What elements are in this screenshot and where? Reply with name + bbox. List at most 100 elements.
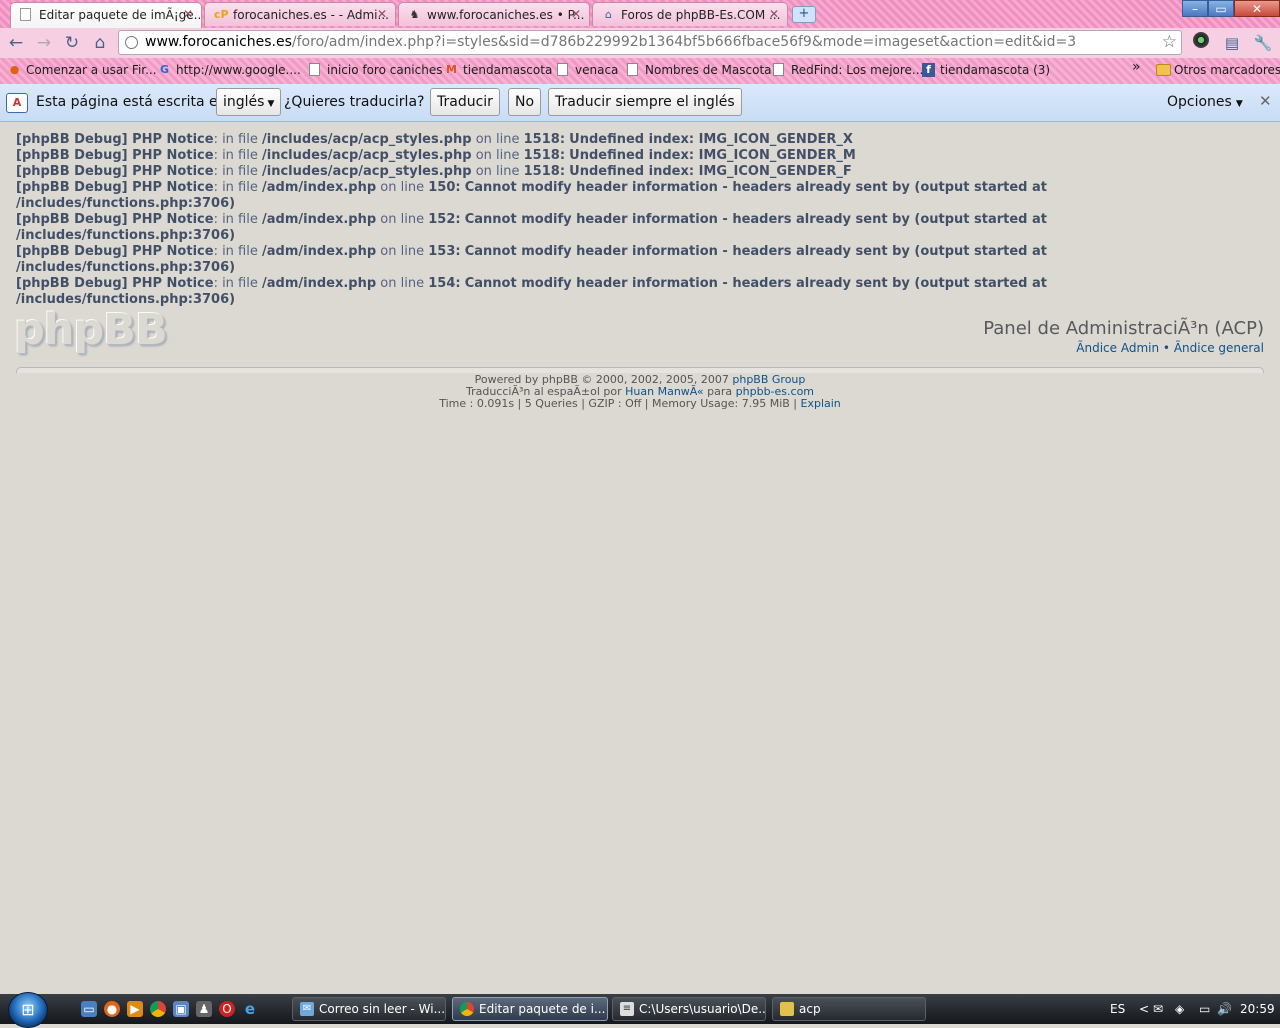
opera-icon[interactable]: O — [219, 1001, 235, 1017]
always-translate-button[interactable]: Traducir siempre el inglés — [548, 88, 742, 116]
firefox-icon[interactable]: ● — [104, 1001, 120, 1017]
extension-camera-icon[interactable] — [1190, 32, 1212, 54]
translate-button[interactable]: Traducir — [430, 88, 500, 116]
separator: • — [1162, 341, 1170, 355]
notice-tag: [phpBB Debug] PHP Notice — [16, 244, 214, 259]
bookmark-item[interactable]: Mtiendamascota — [445, 63, 552, 77]
notice-on-line: on line — [380, 244, 425, 259]
notice-on-line: on line — [380, 276, 425, 291]
options-menu-button[interactable]: Opciones ▼ — [1167, 94, 1243, 110]
tab-title: Editar paquete de imÃ¡ge... — [39, 8, 202, 22]
notice-line: 1518 — [523, 148, 560, 163]
notepad-icon: ≡ — [620, 1002, 634, 1016]
link-admin-index[interactable]: Ãndice Admin — [1076, 341, 1159, 355]
phpbb-logo[interactable]: phpBB — [14, 305, 168, 355]
start-button[interactable]: ⊞ — [8, 992, 48, 1028]
volume-icon[interactable]: 🔊 — [1217, 994, 1232, 1024]
bookmark-item[interactable]: RedFind: Los mejore... — [773, 63, 923, 77]
notice-message: Undefined index: IMG_ICON_GENDER_M — [569, 148, 856, 163]
notice-on-line: on line — [380, 212, 425, 227]
notice-line: 150 — [428, 180, 456, 195]
windows-taskbar: ⊞ ▭ ● ▶ ▣ ♟ O e ✉ Correo sin leer - Wi...… — [0, 992, 1280, 1028]
mail-tray-icon[interactable]: ✉ — [1153, 994, 1163, 1024]
notice-file: /adm/index.php — [262, 276, 377, 291]
bookmark-item[interactable]: inicio foro caniches — [309, 63, 442, 77]
back-button[interactable]: ← — [5, 32, 27, 54]
taskbar-item-mail[interactable]: ✉ Correo sin leer - Wi... — [292, 997, 446, 1021]
link-general-index[interactable]: Ãndice general — [1174, 341, 1264, 355]
language-indicator[interactable]: ES — [1110, 994, 1125, 1024]
notice-tag: [phpBB Debug] PHP Notice — [16, 132, 214, 147]
taskbar-item-chrome[interactable]: Editar paquete de i... — [452, 997, 608, 1021]
tab-close-icon[interactable]: ✕ — [377, 7, 387, 21]
bookmark-star-icon[interactable]: ☆ — [1162, 31, 1177, 54]
media-player-icon[interactable]: ▶ — [127, 1001, 143, 1017]
notice-tag: [phpBB Debug] PHP Notice — [16, 164, 214, 179]
taskbar-item-acp[interactable]: acp — [772, 997, 926, 1021]
tray-expand-icon[interactable]: < — [1139, 994, 1149, 1024]
bookmark-label: RedFind: Los mejore... — [791, 63, 924, 77]
forward-button[interactable]: → — [33, 32, 55, 54]
translate-question: ¿Quieres traducirla? — [284, 94, 425, 110]
bookmark-label: inicio foro caniches — [327, 63, 443, 77]
tab-forocaniches-www[interactable]: ♞ www.forocaniches.es • P... ✕ — [398, 2, 590, 26]
explain-link[interactable]: Explain — [801, 397, 841, 410]
maximize-button[interactable]: ▭ — [1208, 0, 1234, 17]
internet-explorer-icon[interactable]: e — [242, 1001, 258, 1017]
tab-editar-paquete[interactable]: Editar paquete de imÃ¡ge... ✕ — [10, 2, 202, 28]
bookmark-item[interactable]: venaca — [557, 63, 618, 77]
tab-strip: Editar paquete de imÃ¡ge... ✕ cP forocan… — [0, 0, 1280, 28]
colon: : — [559, 148, 566, 163]
clock[interactable]: 20:59 — [1240, 994, 1275, 1024]
caret-down-icon: ▼ — [1235, 99, 1243, 109]
notice-file: /includes/acp/acp_styles.php — [262, 132, 472, 147]
page-content: [phpBB Debug] PHP Notice: in file /inclu… — [0, 122, 1280, 994]
infobar-close-icon[interactable]: ✕ — [1259, 92, 1272, 110]
network-tray-icon[interactable]: ◈ — [1175, 994, 1184, 1024]
other-bookmarks-folder[interactable]: Otros marcadores — [1156, 63, 1280, 77]
debug-notice: [phpBB Debug] PHP Notice: in file /adm/i… — [16, 276, 1056, 308]
page-icon — [773, 63, 784, 76]
app-icon[interactable]: ♟ — [196, 1001, 212, 1017]
translate-infobar: A Esta página está escrita en inglés ▼ ¿Q… — [0, 84, 1280, 122]
no-button[interactable]: No — [508, 88, 542, 116]
extension-printer-icon[interactable]: ▤ — [1221, 32, 1243, 54]
bookmark-item[interactable]: ● Comenzar a usar Fir... — [8, 63, 157, 77]
options-label: Opciones — [1167, 94, 1232, 110]
notice-tag: [phpBB Debug] PHP Notice — [16, 148, 214, 163]
notice-message: Undefined index: IMG_ICON_GENDER_X — [569, 132, 853, 147]
notice-tag: [phpBB Debug] PHP Notice — [16, 180, 214, 195]
colon: : — [559, 132, 566, 147]
tab-phpbb-es[interactable]: ⌂ Foros de phpBB-Es.COM ... ✕ — [592, 2, 788, 26]
bookmarks-overflow-button[interactable]: » — [1114, 59, 1141, 75]
home-button[interactable]: ⌂ — [89, 32, 111, 54]
new-tab-button[interactable]: + — [792, 6, 816, 23]
bookmark-item[interactable]: Ghttp://www.google.... — [158, 63, 301, 77]
debug-notice: [phpBB Debug] PHP Notice: in file /adm/i… — [16, 212, 1056, 244]
taskbar-item-explorer[interactable]: ≡ C:\Users\usuario\De... — [612, 997, 766, 1021]
tab-close-icon[interactable]: ✕ — [183, 7, 193, 21]
switch-windows-icon[interactable]: ▣ — [173, 1001, 189, 1017]
acp-links: Ãndice Admin • Ãndice general — [1076, 341, 1264, 355]
page-icon — [309, 63, 320, 76]
minimize-button[interactable]: – — [1182, 0, 1208, 17]
tab-forocaniches-admin[interactable]: cP forocaniches.es - - Admi... ✕ — [204, 2, 396, 26]
reload-button[interactable]: ↻ — [61, 32, 83, 54]
notice-line: 152 — [428, 212, 456, 227]
page-stats: Time : 0.091s | 5 Queries | GZIP : Off |… — [439, 397, 797, 410]
bookmark-item[interactable]: Nombres de Mascota — [627, 63, 772, 77]
show-desktop-icon[interactable]: ▭ — [81, 1001, 97, 1017]
task-label: acp — [799, 1002, 821, 1016]
wrench-menu-icon[interactable]: 🔧 — [1252, 32, 1274, 54]
bookmark-item[interactable]: f tiendamascota (3) — [922, 63, 1050, 77]
tab-close-icon[interactable]: ✕ — [571, 7, 581, 21]
folder-icon — [780, 1002, 794, 1016]
bookmark-label: Otros marcadores — [1174, 63, 1280, 77]
close-window-button[interactable]: ✕ — [1234, 0, 1280, 17]
chrome-icon[interactable] — [150, 1001, 166, 1017]
monitor-tray-icon[interactable]: ▭ — [1199, 994, 1210, 1024]
language-select[interactable]: inglés ▼ — [216, 88, 282, 116]
tab-close-icon[interactable]: ✕ — [769, 7, 779, 21]
address-bar[interactable]: www.forocaniches.es/foro/adm/index.php?i… — [118, 30, 1182, 55]
url-host: www.forocaniches.es — [145, 34, 292, 50]
